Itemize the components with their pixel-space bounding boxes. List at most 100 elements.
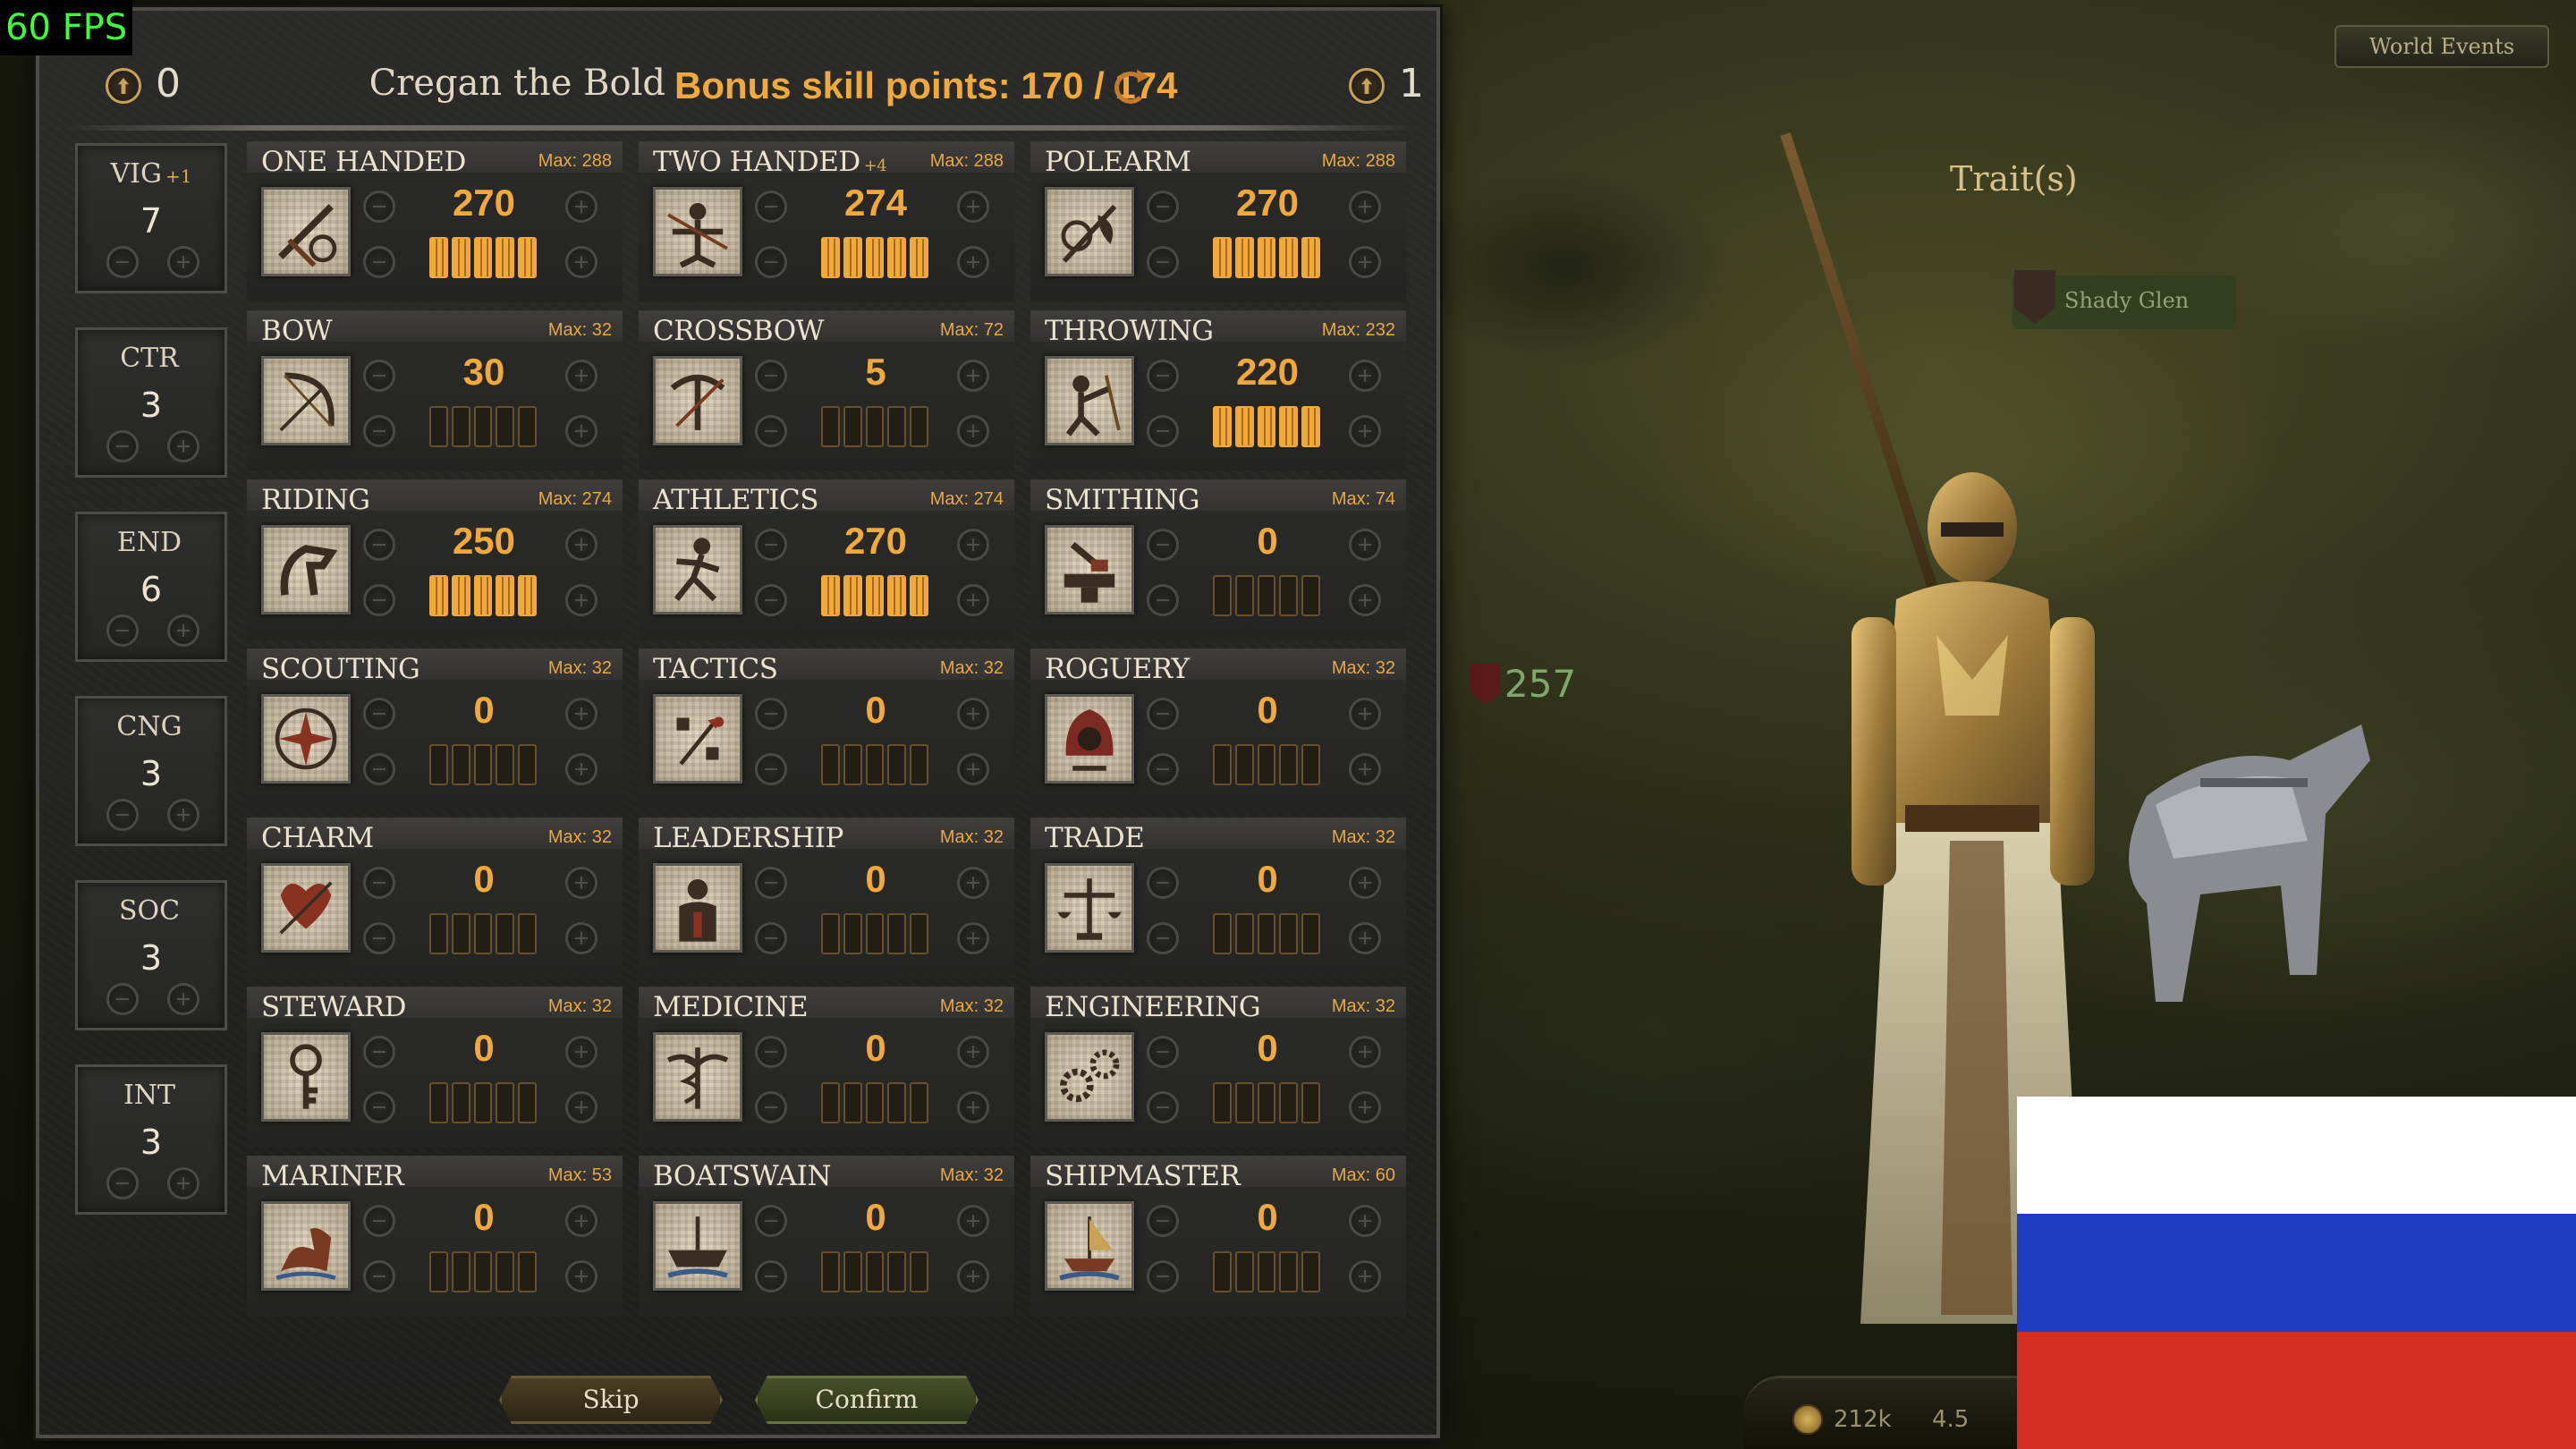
skill-decrease-button[interactable] bbox=[363, 191, 395, 223]
attribute-increase-button[interactable] bbox=[167, 246, 199, 278]
skill-throwing[interactable]: THROWING Max: 232 220 bbox=[1030, 310, 1406, 471]
skill-increase-button[interactable] bbox=[1349, 1205, 1381, 1237]
focus-decrease-button[interactable] bbox=[755, 922, 787, 954]
focus-decrease-button[interactable] bbox=[755, 584, 787, 616]
skill-crossbow[interactable]: CROSSBOW Max: 72 5 bbox=[639, 310, 1014, 471]
skill-increase-button[interactable] bbox=[565, 867, 597, 899]
world-events-button[interactable]: World Events bbox=[2334, 25, 2549, 68]
skill-increase-button[interactable] bbox=[565, 1036, 597, 1068]
focus-decrease-button[interactable] bbox=[363, 1260, 395, 1292]
skip-button[interactable]: Skip bbox=[499, 1376, 723, 1424]
focus-decrease-button[interactable] bbox=[363, 584, 395, 616]
skill-leadership[interactable]: LEADERSHIP Max: 32 0 bbox=[639, 818, 1014, 979]
skill-riding[interactable]: RIDING Max: 274 250 bbox=[247, 479, 623, 640]
skill-increase-button[interactable] bbox=[565, 698, 597, 730]
skill-decrease-button[interactable] bbox=[1147, 529, 1179, 561]
focus-increase-button[interactable] bbox=[565, 584, 597, 616]
skill-smithing[interactable]: SMITHING Max: 74 0 bbox=[1030, 479, 1406, 640]
focus-increase-button[interactable] bbox=[565, 246, 597, 278]
skill-polearm[interactable]: POLEARM Max: 288 270 bbox=[1030, 141, 1406, 302]
focus-decrease-button[interactable] bbox=[1147, 584, 1179, 616]
skill-medicine[interactable]: MEDICINE Max: 32 0 bbox=[639, 987, 1014, 1148]
focus-increase-button[interactable] bbox=[957, 415, 989, 447]
focus-increase-button[interactable] bbox=[957, 1091, 989, 1123]
focus-increase-button[interactable] bbox=[565, 1260, 597, 1292]
skill-decrease-button[interactable] bbox=[755, 360, 787, 392]
focus-increase-button[interactable] bbox=[957, 584, 989, 616]
skill-tactics[interactable]: TACTICS Max: 32 0 bbox=[639, 648, 1014, 809]
skill-steward[interactable]: STEWARD Max: 32 0 bbox=[247, 987, 623, 1148]
focus-decrease-button[interactable] bbox=[1147, 1091, 1179, 1123]
focus-decrease-button[interactable] bbox=[1147, 246, 1179, 278]
settlement-name[interactable]: Shady Glen bbox=[2064, 288, 2189, 313]
skill-bow[interactable]: BOW Max: 32 30 bbox=[247, 310, 623, 471]
attribute-decrease-button[interactable] bbox=[106, 246, 139, 278]
focus-increase-button[interactable] bbox=[957, 753, 989, 785]
focus-increase-button[interactable] bbox=[1349, 584, 1381, 616]
focus-decrease-button[interactable] bbox=[1147, 1260, 1179, 1292]
skill-increase-button[interactable] bbox=[957, 1205, 989, 1237]
attribute-decrease-button[interactable] bbox=[106, 614, 139, 647]
skill-increase-button[interactable] bbox=[565, 1205, 597, 1237]
focus-increase-button[interactable] bbox=[957, 922, 989, 954]
focus-increase-button[interactable] bbox=[1349, 415, 1381, 447]
skill-decrease-button[interactable] bbox=[1147, 698, 1179, 730]
focus-decrease-button[interactable] bbox=[1147, 922, 1179, 954]
skill-decrease-button[interactable] bbox=[755, 1205, 787, 1237]
focus-decrease-button[interactable] bbox=[363, 1091, 395, 1123]
skill-increase-button[interactable] bbox=[957, 360, 989, 392]
focus-increase-button[interactable] bbox=[1349, 246, 1381, 278]
skill-boatswain[interactable]: BOATSWAIN Max: 32 0 bbox=[639, 1156, 1014, 1317]
focus-decrease-button[interactable] bbox=[755, 246, 787, 278]
focus-increase-button[interactable] bbox=[957, 1260, 989, 1292]
skill-increase-button[interactable] bbox=[1349, 867, 1381, 899]
focus-increase-button[interactable] bbox=[1349, 922, 1381, 954]
focus-decrease-button[interactable] bbox=[755, 415, 787, 447]
skill-roguery[interactable]: ROGUERY Max: 32 0 bbox=[1030, 648, 1406, 809]
focus-increase-button[interactable] bbox=[565, 1091, 597, 1123]
skill-engineering[interactable]: ENGINEERING Max: 32 0 bbox=[1030, 987, 1406, 1148]
skill-decrease-button[interactable] bbox=[755, 867, 787, 899]
focus-increase-button[interactable] bbox=[1349, 1260, 1381, 1292]
skill-increase-button[interactable] bbox=[957, 698, 989, 730]
skill-two-handed[interactable]: TWO HANDED +4 Max: 288 274 bbox=[639, 141, 1014, 302]
skill-increase-button[interactable] bbox=[957, 191, 989, 223]
focus-decrease-button[interactable] bbox=[755, 1091, 787, 1123]
skill-decrease-button[interactable] bbox=[1147, 1036, 1179, 1068]
focus-decrease-button[interactable] bbox=[755, 753, 787, 785]
attribute-decrease-button[interactable] bbox=[106, 1167, 139, 1199]
focus-increase-button[interactable] bbox=[565, 753, 597, 785]
skill-decrease-button[interactable] bbox=[1147, 1205, 1179, 1237]
skill-trade[interactable]: TRADE Max: 32 0 bbox=[1030, 818, 1406, 979]
skill-decrease-button[interactable] bbox=[363, 698, 395, 730]
skill-decrease-button[interactable] bbox=[755, 1036, 787, 1068]
focus-increase-button[interactable] bbox=[957, 246, 989, 278]
focus-decrease-button[interactable] bbox=[755, 1260, 787, 1292]
skill-shipmaster[interactable]: SHIPMASTER Max: 60 0 bbox=[1030, 1156, 1406, 1317]
attribute-increase-button[interactable] bbox=[167, 1167, 199, 1199]
skill-decrease-button[interactable] bbox=[363, 867, 395, 899]
focus-increase-button[interactable] bbox=[565, 415, 597, 447]
skill-charm[interactable]: CHARM Max: 32 0 bbox=[247, 818, 623, 979]
skill-decrease-button[interactable] bbox=[363, 1205, 395, 1237]
skill-increase-button[interactable] bbox=[565, 191, 597, 223]
attribute-increase-button[interactable] bbox=[167, 799, 199, 831]
skill-decrease-button[interactable] bbox=[755, 191, 787, 223]
attribute-decrease-button[interactable] bbox=[106, 983, 139, 1015]
skill-increase-button[interactable] bbox=[1349, 191, 1381, 223]
skill-increase-button[interactable] bbox=[957, 1036, 989, 1068]
skill-decrease-button[interactable] bbox=[1147, 867, 1179, 899]
focus-decrease-button[interactable] bbox=[363, 922, 395, 954]
attribute-decrease-button[interactable] bbox=[106, 430, 139, 462]
focus-decrease-button[interactable] bbox=[363, 753, 395, 785]
skill-decrease-button[interactable] bbox=[1147, 191, 1179, 223]
party-size-label[interactable]: 257 bbox=[1465, 662, 1576, 706]
skill-decrease-button[interactable] bbox=[1147, 360, 1179, 392]
skill-increase-button[interactable] bbox=[1349, 1036, 1381, 1068]
focus-decrease-button[interactable] bbox=[363, 415, 395, 447]
skill-decrease-button[interactable] bbox=[755, 698, 787, 730]
skill-increase-button[interactable] bbox=[1349, 698, 1381, 730]
reset-icon[interactable] bbox=[1114, 72, 1147, 104]
skill-decrease-button[interactable] bbox=[363, 529, 395, 561]
skill-scouting[interactable]: SCOUTING Max: 32 0 bbox=[247, 648, 623, 809]
